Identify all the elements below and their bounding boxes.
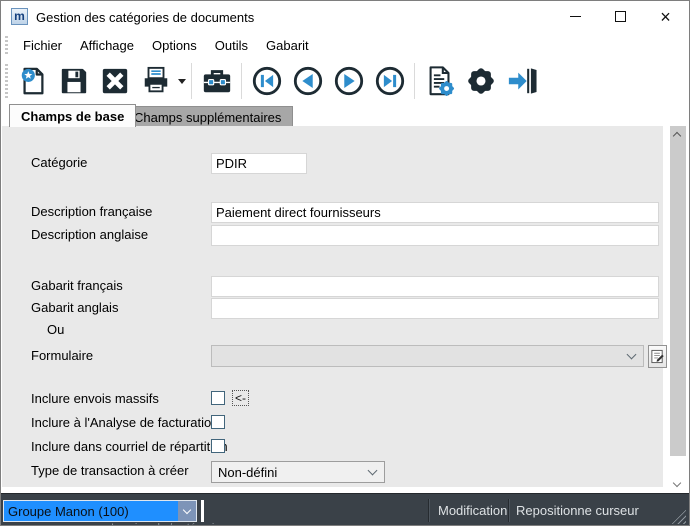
last-record-icon: [374, 65, 406, 97]
tab-champs-supplementaires[interactable]: Champs supplémentaires: [122, 106, 293, 127]
settings-button[interactable]: [460, 61, 501, 101]
inclure-analyse-facturation-label: Inclure à l'Analyse de facturation: [31, 415, 218, 430]
maximize-button[interactable]: [598, 1, 643, 32]
toolbar-separator: [191, 63, 192, 99]
exit-button[interactable]: [501, 61, 542, 101]
gabarit-francais-label: Gabarit français: [31, 278, 123, 293]
type-transaction-select-value: Non-défini: [212, 465, 369, 480]
inclure-envois-massifs-label: Inclure envois massifs: [31, 391, 159, 406]
menu-options[interactable]: Options: [143, 34, 206, 57]
formulaire-edit-button[interactable]: [648, 345, 667, 368]
cursor-status: Repositionne curseur: [516, 503, 639, 518]
first-record-icon: [251, 65, 283, 97]
chevron-down-icon: [183, 505, 191, 513]
save-icon: [59, 66, 89, 96]
description-anglaise-input[interactable]: [211, 225, 659, 246]
app-icon-letter: m: [14, 9, 25, 23]
delete-icon: [100, 66, 130, 96]
exit-door-icon: [506, 66, 538, 96]
toolbar-gripper[interactable]: [5, 64, 8, 98]
print-button[interactable]: [135, 61, 176, 101]
toolbox-button[interactable]: [196, 61, 237, 101]
type-transaction-label: Type de transaction à créer: [31, 463, 189, 478]
status-bar: Groupe Manon (100) Inscrivez le / catégo…: [1, 493, 689, 526]
ou-label: Ou: [47, 322, 64, 337]
briefcase-icon: [201, 66, 233, 96]
chevron-down-icon: [368, 466, 378, 476]
print-dropdown-button[interactable]: [176, 61, 187, 101]
menu-fichier[interactable]: Fichier: [14, 34, 71, 57]
inclure-courriel-repartition-label: Inclure dans courriel de répartition: [31, 439, 228, 454]
inclure-courriel-repartition-checkbox[interactable]: [211, 439, 225, 453]
last-record-button[interactable]: [369, 61, 410, 101]
group-selector-dropdown-button[interactable]: [178, 501, 196, 521]
close-icon: ×: [660, 8, 671, 26]
gabarit-anglais-input[interactable]: [211, 298, 659, 319]
form-edit-icon: [650, 349, 665, 364]
group-selector[interactable]: Groupe Manon (100): [3, 500, 197, 522]
minimize-button[interactable]: [553, 1, 598, 32]
app-icon: m: [11, 8, 28, 25]
inclure-analyse-facturation-checkbox[interactable]: [211, 415, 225, 429]
gear-icon: [465, 65, 497, 97]
caret-down-icon: [178, 79, 186, 84]
inclure-envois-massifs-checkbox[interactable]: [211, 391, 225, 405]
title-bar: m Gestion des catégories de documents ×: [1, 1, 689, 32]
mode-status: Modification: [438, 503, 507, 518]
minimize-icon: [570, 16, 581, 17]
menu-affichage[interactable]: Affichage: [71, 34, 143, 57]
description-anglaise-label: Description anglaise: [31, 227, 148, 242]
menu-gabarit[interactable]: Gabarit: [257, 34, 318, 57]
categorie-label: Catégorie: [31, 155, 87, 170]
report-settings-button[interactable]: [419, 61, 460, 101]
statusbar-divider: [428, 499, 429, 522]
scroll-down-icon[interactable]: [673, 479, 681, 487]
categorie-input[interactable]: [211, 153, 307, 174]
delete-button[interactable]: [94, 61, 135, 101]
scrollbar-thumb[interactable]: [670, 126, 686, 456]
resize-grip-icon[interactable]: [671, 509, 686, 524]
new-document-icon: [18, 66, 48, 96]
tab-champs-de-base[interactable]: Champs de base: [9, 104, 136, 127]
description-francaise-input[interactable]: [211, 202, 659, 223]
previous-record-icon: [292, 65, 324, 97]
chevron-down-icon: [627, 350, 637, 360]
group-selector-value: Groupe Manon (100): [4, 501, 178, 521]
description-francaise-label: Description française: [31, 204, 152, 219]
statusbar-divider: [508, 499, 509, 522]
formulaire-label: Formulaire: [31, 348, 93, 363]
toolbar: [1, 59, 689, 103]
window-title: Gestion des catégories de documents: [36, 10, 254, 25]
toolbar-separator: [414, 63, 415, 99]
combo-focus-bar: [201, 500, 204, 522]
focus-marker: <-: [232, 390, 249, 406]
document-gear-icon: [424, 65, 456, 97]
maximize-icon: [615, 11, 626, 22]
close-button[interactable]: ×: [643, 1, 688, 32]
app-window: m Gestion des catégories de documents × …: [0, 0, 690, 526]
gabarit-francais-input[interactable]: [211, 276, 659, 297]
toolbar-separator: [241, 63, 242, 99]
gabarit-anglais-label: Gabarit anglais: [31, 300, 118, 315]
vertical-scrollbar[interactable]: [670, 126, 686, 493]
next-record-button[interactable]: [328, 61, 369, 101]
save-button[interactable]: [53, 61, 94, 101]
new-document-button[interactable]: [12, 61, 53, 101]
type-transaction-select[interactable]: Non-défini: [211, 461, 385, 483]
status-hint-clipped: Inscrivez le / catégorie: [111, 522, 220, 526]
first-record-button[interactable]: [246, 61, 287, 101]
menu-gripper[interactable]: [5, 36, 8, 56]
print-icon: [141, 66, 171, 96]
menu-bar: Fichier Affichage Options Outils Gabarit: [1, 32, 689, 59]
previous-record-button[interactable]: [287, 61, 328, 101]
menu-outils[interactable]: Outils: [206, 34, 257, 57]
next-record-icon: [333, 65, 365, 97]
formulaire-select[interactable]: [211, 345, 644, 367]
